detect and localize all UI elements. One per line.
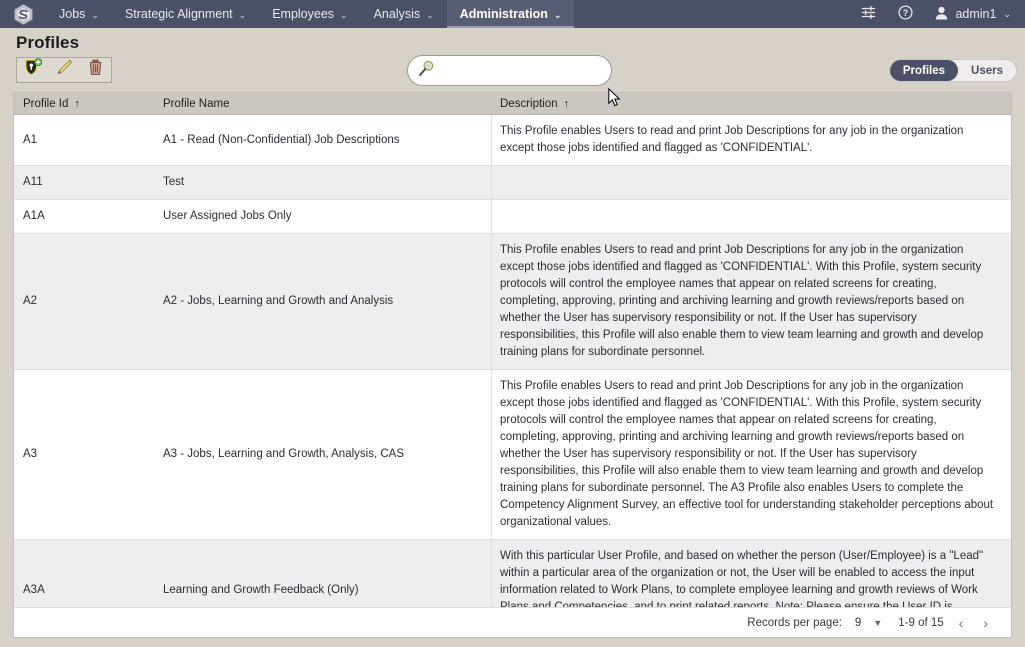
chevron-down-icon: ⌄ xyxy=(553,9,562,20)
cell-profile-id: A1A xyxy=(23,210,45,223)
column-header-description[interactable]: Description ↑ xyxy=(491,98,1011,110)
trash-icon xyxy=(86,58,105,82)
nav-item-analysis[interactable]: Analysis ⌄ xyxy=(361,0,447,28)
cell-profile-name: User Assigned Jobs Only xyxy=(163,210,292,223)
chevron-down-icon: ⌄ xyxy=(1003,8,1011,19)
table-row[interactable]: A1A User Assigned Jobs Only xyxy=(14,200,1011,235)
chevron-down-icon: ⌄ xyxy=(91,9,99,20)
nav-item-label: Employees xyxy=(272,7,335,21)
column-header-profile-id[interactable]: Profile Id ↑ xyxy=(14,98,154,110)
records-per-page-label: Records per page: xyxy=(747,616,842,629)
top-navigation-bar: Jobs ⌄ Strategic Alignment ⌄ Employees ⌄… xyxy=(0,0,1025,28)
column-label: Description xyxy=(500,97,558,110)
hexagon-logo-icon xyxy=(13,3,33,25)
nav-item-strategic-alignment[interactable]: Strategic Alignment ⌄ xyxy=(112,0,259,28)
help-circle-icon: ? xyxy=(898,5,914,23)
table-row[interactable]: A2 A2 - Jobs, Learning and Growth and An… xyxy=(14,234,1011,371)
sort-asc-icon: ↑ xyxy=(563,97,570,110)
nav-item-label: Analysis xyxy=(373,7,421,21)
cell-description xyxy=(491,166,1011,200)
nav-item-jobs[interactable]: Jobs ⌄ xyxy=(46,0,112,28)
column-label: Profile Name xyxy=(163,97,230,110)
magnifier-icon xyxy=(418,60,435,82)
tab-profiles[interactable]: Profiles xyxy=(889,60,959,81)
user-menu[interactable]: admin1 ⌄ xyxy=(924,0,1025,28)
table-row[interactable]: A11 Test xyxy=(14,166,1011,201)
cell-profile-name: A2 - Jobs, Learning and Growth and Analy… xyxy=(163,295,394,308)
chevron-down-icon: ⌄ xyxy=(340,9,348,20)
app-logo[interactable] xyxy=(0,0,46,28)
chevron-down-icon[interactable]: ▼ xyxy=(873,618,882,628)
table-row[interactable]: A1 A1 - Read (Non-Confidential) Job Desc… xyxy=(14,115,1011,167)
shield-add-icon xyxy=(24,58,43,82)
cell-profile-id: A3A xyxy=(23,584,45,597)
table-header-row: Profile Id ↑ Profile Name Description ↑ xyxy=(14,93,1011,115)
nav-item-label: Jobs xyxy=(59,7,86,21)
cell-profile-id: A11 xyxy=(23,176,43,189)
next-page-button[interactable]: › xyxy=(978,615,993,631)
svg-text:?: ? xyxy=(903,8,909,18)
view-toggle-group: Profiles Users xyxy=(888,59,1017,82)
user-name-label: admin1 xyxy=(955,7,997,21)
tab-users[interactable]: Users xyxy=(958,60,1016,81)
cell-description: With this particular User Profile, and b… xyxy=(491,540,1011,607)
cell-profile-name: A1 - Read (Non-Confidential) Job Descrip… xyxy=(163,133,400,146)
table-body: A1 A1 - Read (Non-Confidential) Job Desc… xyxy=(14,115,1011,607)
edit-profile-button[interactable] xyxy=(53,58,75,82)
profiles-table: Profile Id ↑ Profile Name Description ↑ … xyxy=(13,92,1012,638)
nav-item-employees[interactable]: Employees ⌄ xyxy=(259,0,360,28)
previous-page-button[interactable]: ‹ xyxy=(954,615,969,631)
cell-profile-name: Test xyxy=(163,176,185,189)
sliders-icon xyxy=(861,5,876,23)
column-header-profile-name[interactable]: Profile Name xyxy=(154,98,491,110)
cell-profile-name: Learning and Growth Feedback (Only) xyxy=(163,584,359,597)
search-box[interactable] xyxy=(407,55,612,86)
cell-description xyxy=(491,200,1011,234)
cell-description: This Profile enables Users to read and p… xyxy=(491,234,1011,370)
settings-button[interactable] xyxy=(850,0,887,28)
nav-item-administration[interactable]: Administration ⌄ xyxy=(446,0,575,28)
records-per-page-value[interactable]: 9 xyxy=(855,617,861,629)
chevron-down-icon: ⌄ xyxy=(426,9,434,20)
cell-profile-id: A1 xyxy=(23,133,38,146)
page-title: Profiles xyxy=(16,33,80,52)
sort-asc-icon: ↑ xyxy=(74,97,80,110)
search-input[interactable] xyxy=(444,60,603,81)
cell-profile-name: A3 - Jobs, Learning and Growth, Analysis… xyxy=(163,448,404,461)
column-label: Profile Id xyxy=(23,97,69,110)
table-row[interactable]: A3 A3 - Jobs, Learning and Growth, Analy… xyxy=(14,370,1011,541)
pagination-range-label: 1-9 of 15 xyxy=(898,616,944,629)
add-profile-button[interactable] xyxy=(22,58,44,82)
table-pagination-footer: Records per page: 9 ▼ 1-9 of 15 ‹ › xyxy=(14,607,1011,637)
pencil-icon xyxy=(55,58,74,82)
nav-item-label: Strategic Alignment xyxy=(124,7,233,21)
action-toolbar xyxy=(16,57,112,83)
cell-profile-id: A2 xyxy=(23,295,38,308)
cell-description: This Profile enables Users to read and p… xyxy=(491,115,1011,166)
cell-description: This Profile enables Users to read and p… xyxy=(491,370,1011,540)
user-avatar-icon xyxy=(935,6,948,23)
delete-profile-button[interactable] xyxy=(84,58,106,82)
chevron-down-icon: ⌄ xyxy=(238,9,247,20)
table-row[interactable]: A3A Learning and Growth Feedback (Only) … xyxy=(14,540,1011,607)
help-button[interactable]: ? xyxy=(887,0,924,28)
cell-profile-id: A3 xyxy=(23,448,38,461)
nav-item-label: Administration xyxy=(459,7,548,21)
